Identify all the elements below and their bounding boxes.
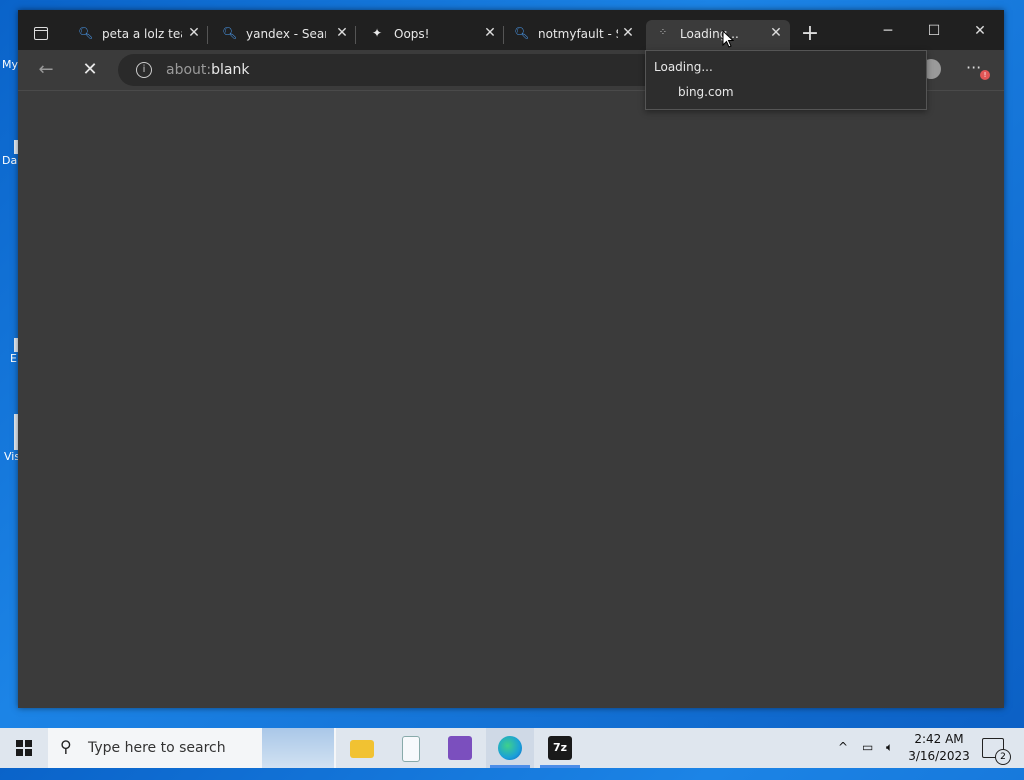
search-highlight-image[interactable] xyxy=(262,728,334,768)
taskbar: ⚲ Type here to search 7z ^ ▭ 🔈︎ 2:42 AM … xyxy=(0,728,1024,768)
hover-card-domain: bing.com xyxy=(678,85,734,99)
tab-title: Oops! xyxy=(394,27,430,41)
more-icon: ··· xyxy=(966,58,982,77)
tab-notmyfault[interactable]: 🔍︎ notmyfault - Se ✕ xyxy=(504,20,642,50)
url-host: blank xyxy=(211,62,250,78)
loading-spinner-icon: ⁘ xyxy=(658,27,668,38)
new-tab-button[interactable]: + xyxy=(798,23,822,47)
system-clock[interactable]: 2:42 AM 3/16/2023 xyxy=(904,731,974,765)
clock-time: 2:42 AM xyxy=(914,732,964,746)
windows-logo-icon xyxy=(16,740,32,756)
network-icon[interactable]: ▭ xyxy=(862,740,873,780)
search-placeholder: Type here to search xyxy=(88,740,226,756)
tab-separator xyxy=(207,26,208,44)
tab-title: yandex - Searcl xyxy=(246,27,326,41)
tab-actions-icon xyxy=(34,27,48,40)
taskbar-app-visual-studio[interactable] xyxy=(436,728,484,768)
stop-loading-button[interactable]: ✕ xyxy=(78,58,102,82)
page-content[interactable] xyxy=(18,91,1004,708)
search-icon: 🔍︎ xyxy=(514,26,530,40)
taskbar-app-edge[interactable] xyxy=(486,728,534,768)
browser-window: 🔍︎ peta a lolz tean ✕ 🔍︎ yandex - Searcl… xyxy=(18,10,1004,708)
volume-icon[interactable]: 🔈︎ xyxy=(886,740,893,780)
search-icon: 🔍︎ xyxy=(222,26,238,40)
back-button[interactable]: ← xyxy=(34,58,58,82)
taskbar-app-file-explorer[interactable] xyxy=(338,728,386,768)
edge-icon xyxy=(498,736,522,760)
close-icon[interactable]: ✕ xyxy=(620,25,636,41)
visual-studio-icon xyxy=(448,736,472,760)
tab-title: Loading... xyxy=(680,27,739,41)
search-icon: 🔍︎ xyxy=(78,26,94,40)
hover-card-title: Loading... xyxy=(654,60,713,74)
notepad-icon xyxy=(402,736,420,762)
7zip-icon: 7z xyxy=(548,736,572,760)
clock-date: 3/16/2023 xyxy=(908,749,970,763)
tab-loading[interactable]: ⁘ Loading... ✕ xyxy=(646,20,790,50)
folder-icon xyxy=(350,740,374,758)
close-icon[interactable]: ✕ xyxy=(186,25,202,41)
desktop-icon-label: E xyxy=(10,352,17,365)
tab-title: peta a lolz tean xyxy=(102,27,182,41)
minimize-button[interactable]: ─ xyxy=(868,20,908,44)
url-scheme: about: xyxy=(166,62,212,78)
close-icon[interactable]: ✕ xyxy=(482,25,498,41)
notification-count-badge: 2 xyxy=(995,749,1011,765)
taskbar-app-notepad[interactable] xyxy=(386,728,434,768)
desktop-icon-label: My xyxy=(2,58,19,71)
info-icon[interactable]: i xyxy=(136,62,152,78)
desktop-icon-label: Da xyxy=(2,154,18,167)
address-url: about:blank xyxy=(166,62,249,78)
settings-menu-button[interactable]: ··· ! xyxy=(966,58,994,82)
search-icon: ⚲ xyxy=(60,737,72,756)
tab-peta[interactable]: 🔍︎ peta a lolz tean ✕ xyxy=(68,20,208,50)
tab-strip: 🔍︎ peta a lolz tean ✕ 🔍︎ yandex - Searcl… xyxy=(18,10,1004,50)
desktop-icon-data[interactable]: Da xyxy=(0,140,20,167)
sparkle-icon: ✦ xyxy=(371,26,383,40)
tab-title: notmyfault - Se xyxy=(538,27,618,41)
maximize-button[interactable]: ☐ xyxy=(914,20,954,44)
start-button[interactable] xyxy=(0,728,48,768)
alert-badge: ! xyxy=(980,70,990,80)
tab-yandex[interactable]: 🔍︎ yandex - Searcl ✕ xyxy=(212,20,356,50)
taskbar-app-7zip[interactable]: 7z xyxy=(536,728,584,768)
desktop-icon-e[interactable]: E xyxy=(0,338,20,365)
desktop-icon-my[interactable]: My xyxy=(0,58,18,71)
tab-hover-card: Loading... bing.com xyxy=(645,50,927,110)
close-icon[interactable]: ✕ xyxy=(334,25,350,41)
tab-oops[interactable]: ✦ Oops! ✕ xyxy=(360,20,504,50)
taskbar-search-box[interactable]: ⚲ Type here to search xyxy=(48,728,336,768)
tab-actions-button[interactable] xyxy=(28,20,52,44)
close-icon[interactable]: ✕ xyxy=(768,25,784,41)
close-window-button[interactable]: ✕ xyxy=(960,20,1000,44)
show-hidden-icons-button[interactable]: ^ xyxy=(838,740,848,780)
tab-separator xyxy=(355,26,356,44)
notification-center-button[interactable]: 2 xyxy=(982,738,1011,765)
